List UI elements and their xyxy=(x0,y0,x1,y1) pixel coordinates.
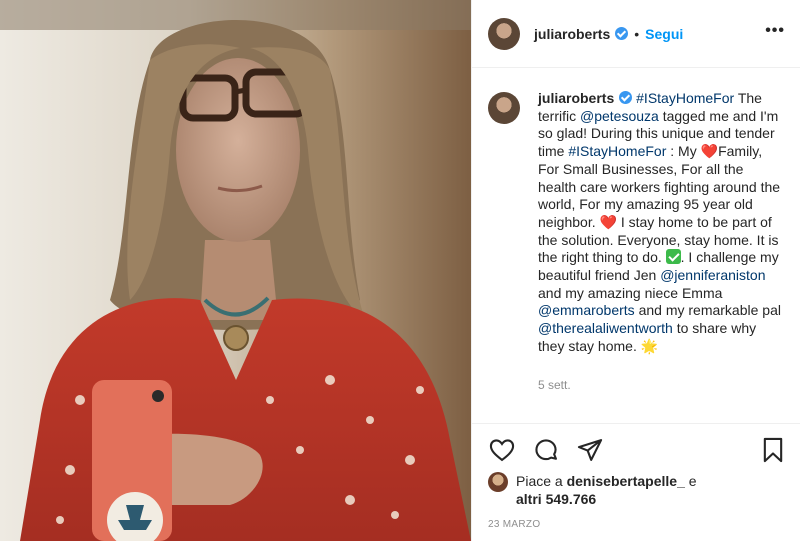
header-username[interactable]: juliaroberts xyxy=(534,26,610,42)
paper-plane-icon[interactable] xyxy=(576,436,604,464)
likes-text: Piace a denisebertapelle_ e altri 549.76… xyxy=(516,472,697,508)
post-photo[interactable] xyxy=(0,0,471,541)
heart-outline-icon[interactable] xyxy=(488,436,516,464)
hashtag-link[interactable]: #IStayHomeFor xyxy=(568,143,666,159)
likes-count[interactable]: altri 549.766 xyxy=(516,491,596,507)
separator-dot: • xyxy=(634,25,640,42)
caption-avatar[interactable] xyxy=(488,92,520,124)
heart-emoji-icon: ❤️ xyxy=(599,213,617,230)
star-emoji-icon: 🌟 xyxy=(640,337,659,354)
caption-segment: and my remarkable pal xyxy=(634,302,781,319)
mention-link[interactable]: @petesouza xyxy=(580,108,659,124)
caption-username[interactable]: juliaroberts xyxy=(538,90,614,106)
profile-avatar[interactable] xyxy=(488,17,520,50)
speech-bubble-icon[interactable] xyxy=(532,436,560,464)
caption-body: juliaroberts #IStayHomeFor The terrific … xyxy=(538,90,785,423)
heart-emoji-icon: ❤️ xyxy=(700,143,719,160)
post-photo-illustration xyxy=(0,0,471,541)
hashtag-link[interactable]: #IStayHomeFor xyxy=(636,90,734,106)
bookmark-icon[interactable] xyxy=(759,436,787,464)
verified-badge-icon xyxy=(615,27,629,40)
liker-username[interactable]: denisebertapelle_ xyxy=(567,473,685,489)
mention-link[interactable]: @jenniferaniston xyxy=(660,267,765,283)
follow-button[interactable]: Segui xyxy=(645,26,683,42)
post-header: juliaroberts • Segui ••• xyxy=(472,0,800,68)
post-side-panel: juliaroberts • Segui ••• juliaroberts #I… xyxy=(471,0,800,541)
likes-prefix: Piace a xyxy=(516,473,567,489)
mention-link[interactable]: @therealaliwentworth xyxy=(538,320,673,336)
more-options-icon[interactable]: ••• xyxy=(765,22,785,40)
caption-segment: : My xyxy=(666,143,701,160)
caption-section: juliaroberts #IStayHomeFor The terrific … xyxy=(472,68,800,423)
check-mark-emoji-icon xyxy=(665,249,681,265)
action-bar xyxy=(472,423,800,475)
caption-time-ago[interactable]: 5 sett. xyxy=(538,378,785,392)
caption-segment: and my amazing niece Emma xyxy=(538,284,723,301)
liker-avatar[interactable] xyxy=(488,472,508,492)
likes-mid: e xyxy=(684,473,697,489)
likes-summary: Piace a denisebertapelle_ e altri 549.76… xyxy=(488,472,788,508)
caption-verified-badge-icon xyxy=(619,91,633,104)
mention-link[interactable]: @emmaroberts xyxy=(538,302,635,318)
post-date[interactable]: 23 MARZO xyxy=(488,519,540,530)
caption-text: juliaroberts #IStayHomeFor The terrific … xyxy=(538,90,785,356)
